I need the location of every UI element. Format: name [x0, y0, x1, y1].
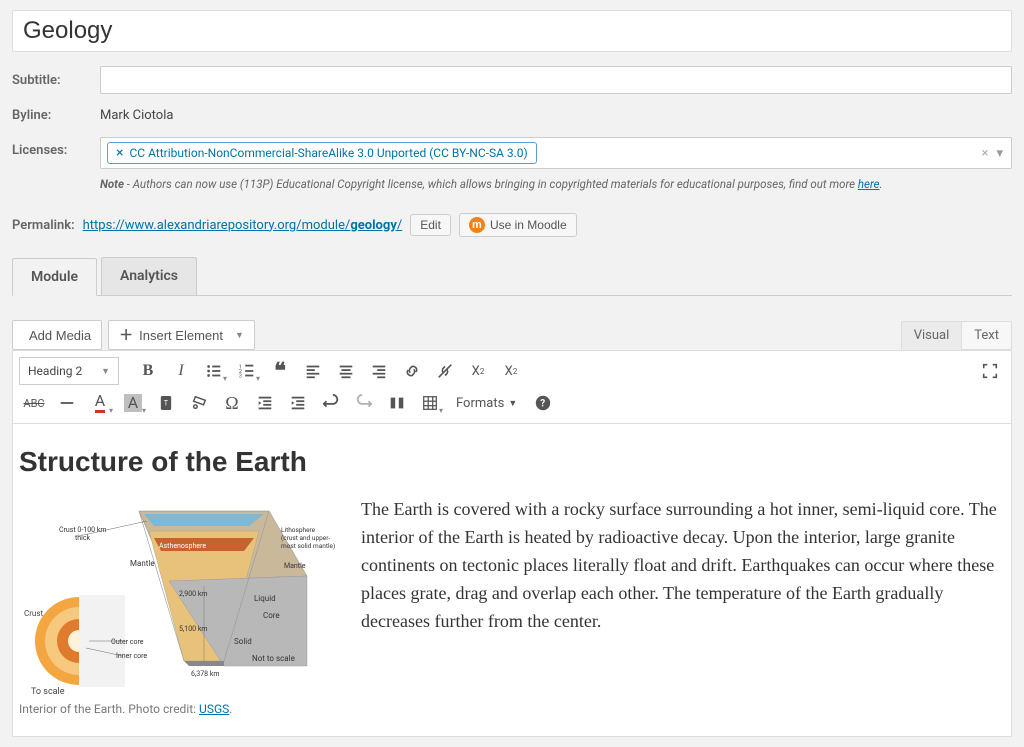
italic-button[interactable]: I	[166, 357, 196, 385]
editor-content-area[interactable]: Structure of the Earth Crust T	[12, 424, 1012, 737]
content-paragraph[interactable]: The Earth is covered with a rocky surfac…	[361, 496, 1005, 635]
licenses-dropdown-icon[interactable]: ▾	[994, 146, 1005, 161]
clear-formatting-button[interactable]	[184, 389, 214, 417]
visual-mode-tab[interactable]: Visual	[901, 321, 962, 350]
fullscreen-button[interactable]	[975, 357, 1005, 385]
permalink-link[interactable]: https://www.alexandriarepository.org/mod…	[83, 218, 403, 233]
svg-text:Crust: Crust	[24, 609, 43, 618]
svg-text:Crust 0-100 km: Crust 0-100 km	[59, 526, 107, 534]
text-color-button[interactable]: A	[85, 389, 115, 417]
add-media-button[interactable]: Add Media	[12, 320, 102, 350]
use-in-moodle-button[interactable]: m Use in Moodle	[459, 213, 577, 237]
svg-text:5,100 km: 5,100 km	[179, 625, 208, 633]
tab-module[interactable]: Module	[12, 258, 97, 296]
permalink-label: Permalink:	[12, 218, 75, 233]
svg-text:Solid: Solid	[234, 637, 252, 646]
svg-text:6,378 km: 6,378 km	[191, 670, 220, 678]
strikethrough-button[interactable]: ABC	[19, 389, 49, 417]
license-note: Note - Authors can now use (113P) Educat…	[100, 177, 1012, 191]
svg-text:T: T	[164, 399, 169, 408]
align-left-button[interactable]	[298, 357, 328, 385]
remove-license-icon[interactable]: ×	[116, 146, 123, 160]
chevron-down-icon: ▼	[235, 330, 244, 340]
horizontal-rule-button[interactable]	[52, 389, 82, 417]
text-mode-tab[interactable]: Text	[961, 321, 1012, 350]
paste-text-button[interactable]: T	[151, 389, 181, 417]
edit-permalink-button[interactable]: Edit	[410, 214, 451, 236]
numbered-list-button[interactable]: 123	[232, 357, 262, 385]
find-replace-button[interactable]	[382, 389, 412, 417]
indent-button[interactable]	[283, 389, 313, 417]
plus-icon: ＋	[119, 325, 133, 345]
byline-label: Byline:	[12, 108, 90, 123]
align-right-button[interactable]	[364, 357, 394, 385]
chevron-down-icon: ▼	[508, 398, 517, 409]
svg-text:3: 3	[239, 373, 242, 379]
content-heading[interactable]: Structure of the Earth	[19, 446, 1005, 478]
svg-text:Mantle: Mantle	[284, 562, 306, 570]
title-input[interactable]	[12, 10, 1012, 52]
earth-interior-image: Crust To scale Asthenosphere	[19, 496, 339, 696]
svg-text:Asthenosphere: Asthenosphere	[159, 542, 206, 550]
table-button[interactable]	[415, 389, 445, 417]
clear-licenses-icon[interactable]: ×	[976, 146, 995, 161]
svg-text:most solid mantle): most solid mantle)	[281, 542, 335, 550]
svg-text:To scale: To scale	[31, 687, 65, 696]
svg-text:Core: Core	[263, 611, 280, 620]
redo-button[interactable]	[349, 389, 379, 417]
unlink-button[interactable]	[430, 357, 460, 385]
help-button[interactable]: ?	[528, 389, 558, 417]
formats-dropdown[interactable]: Formats ▼	[448, 392, 525, 415]
paragraph-format-select[interactable]: Heading 2 ▼	[19, 357, 119, 385]
caption-credit-link[interactable]: USGS	[199, 702, 229, 716]
svg-text:Liquid: Liquid	[254, 594, 276, 603]
background-color-button[interactable]: A	[118, 389, 148, 417]
svg-text:(crust and upper-: (crust and upper-	[281, 534, 330, 542]
svg-text:2,900 km: 2,900 km	[179, 590, 208, 598]
svg-text:Mantle: Mantle	[130, 559, 155, 568]
tab-analytics[interactable]: Analytics	[101, 257, 197, 295]
svg-text:?: ?	[541, 399, 546, 410]
svg-text:Outer core: Outer core	[111, 638, 144, 646]
special-character-button[interactable]: Ω	[217, 389, 247, 417]
content-figure[interactable]: Crust To scale Asthenosphere	[19, 496, 339, 716]
link-button[interactable]	[397, 357, 427, 385]
svg-text:Not to scale: Not to scale	[252, 654, 295, 663]
note-here-link[interactable]: here	[858, 177, 880, 191]
bullet-list-button[interactable]	[199, 357, 229, 385]
subtitle-input[interactable]	[100, 66, 1012, 94]
insert-element-button[interactable]: ＋ Insert Element ▼	[108, 320, 255, 350]
licenses-select[interactable]: × CC Attribution-NonCommercial-ShareAlik…	[100, 137, 1012, 169]
moodle-icon: m	[469, 217, 485, 233]
undo-button[interactable]	[316, 389, 346, 417]
superscript-button[interactable]: X2	[496, 357, 526, 385]
license-tag[interactable]: × CC Attribution-NonCommercial-ShareAlik…	[107, 142, 537, 164]
svg-text:Lithosphere: Lithosphere	[281, 526, 316, 534]
subscript-button[interactable]: X2	[463, 357, 493, 385]
blockquote-button[interactable]: ❝	[265, 357, 295, 385]
licenses-label: Licenses:	[12, 137, 90, 158]
license-tag-label: CC Attribution-NonCommercial-ShareAlike …	[129, 146, 527, 160]
bold-button[interactable]: B	[133, 357, 163, 385]
svg-text:Inner core: Inner core	[116, 652, 147, 660]
figure-caption[interactable]: Interior of the Earth. Photo credit: USG…	[19, 702, 339, 716]
subtitle-label: Subtitle:	[12, 73, 90, 88]
byline-value: Mark Ciotola	[100, 108, 173, 123]
chevron-down-icon: ▼	[101, 366, 110, 377]
align-center-button[interactable]	[331, 357, 361, 385]
outdent-button[interactable]	[250, 389, 280, 417]
